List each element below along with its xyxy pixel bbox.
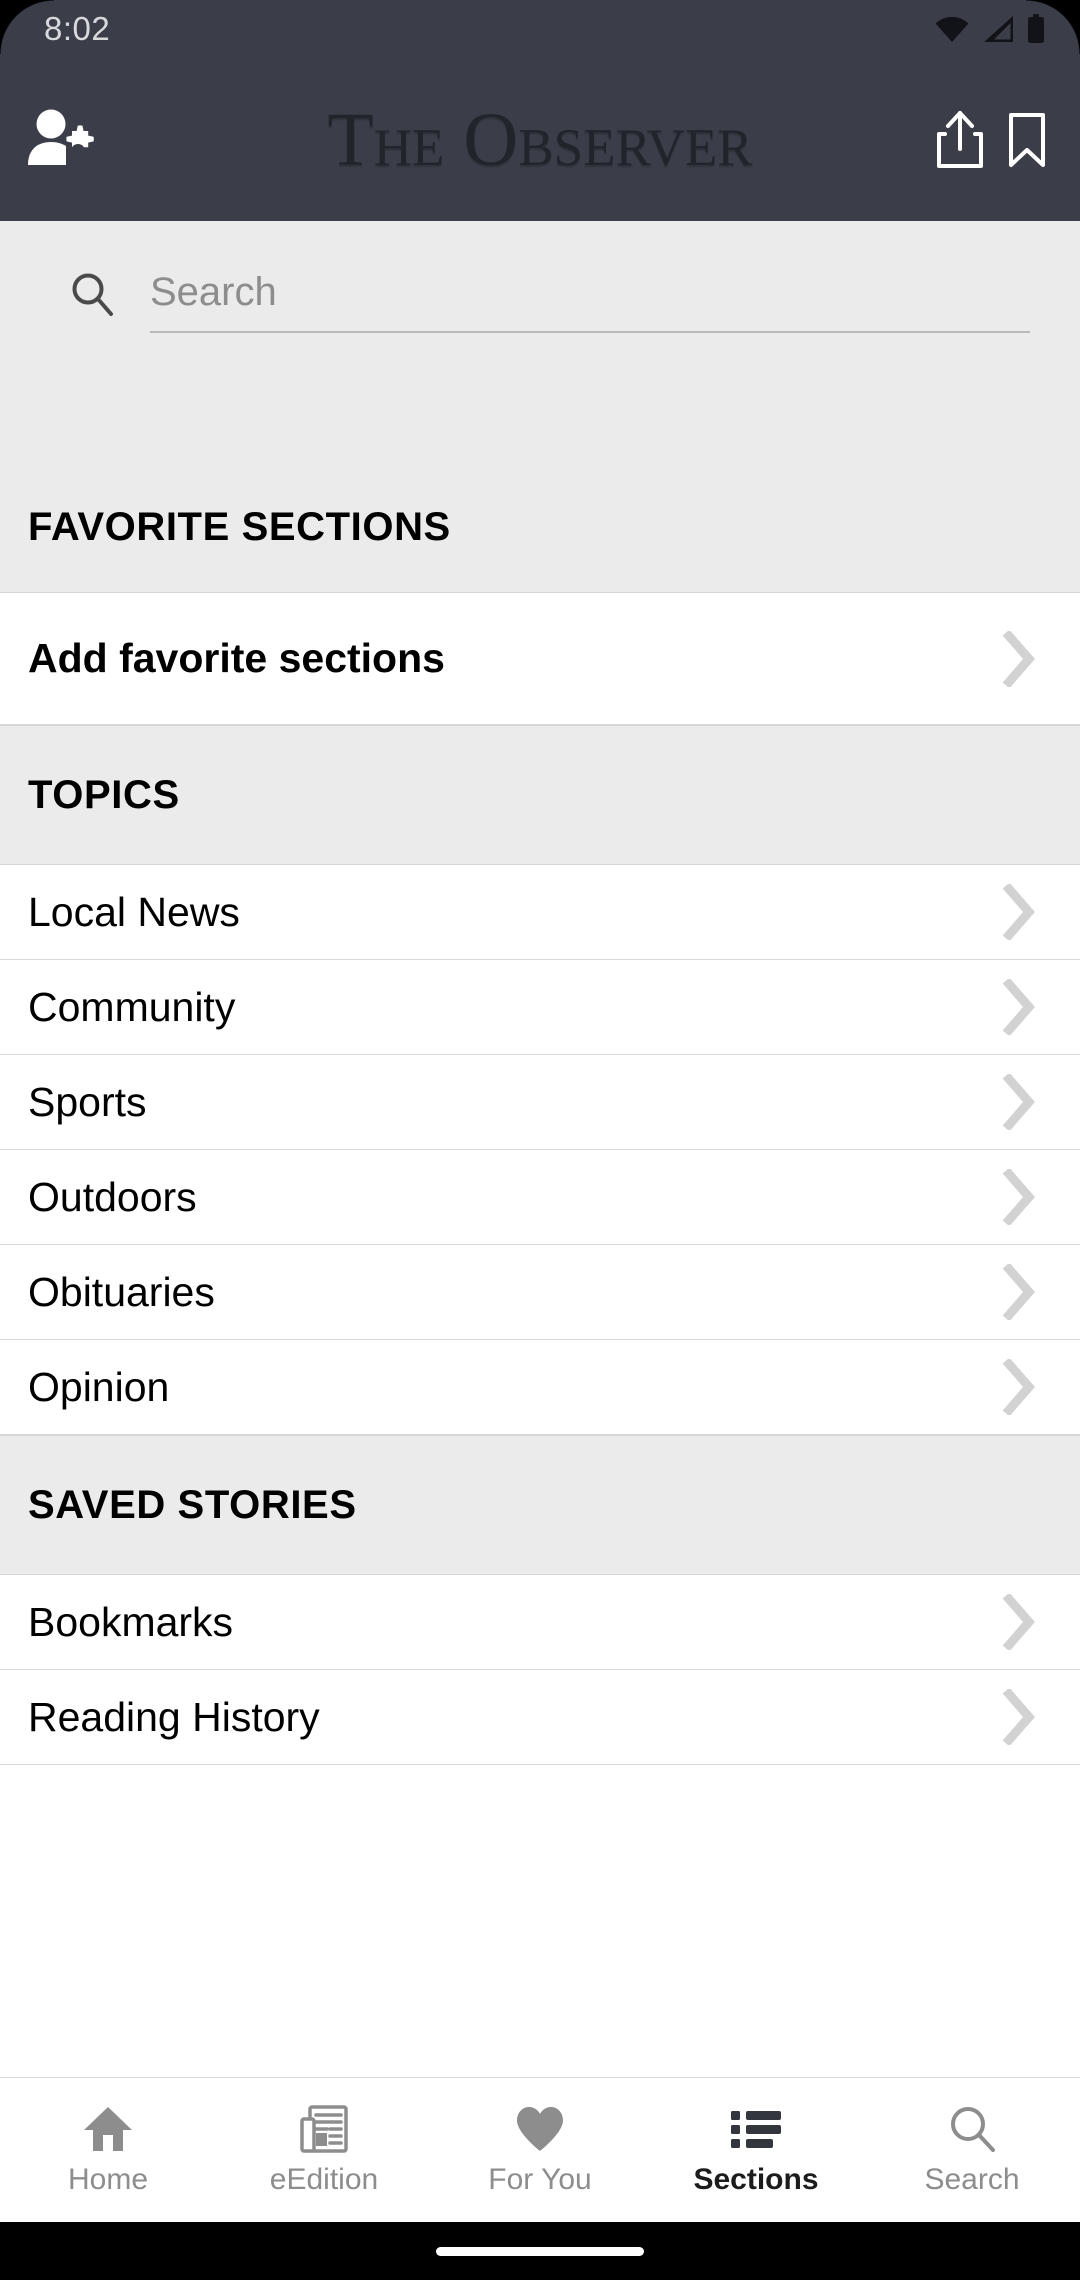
search-input[interactable] [150,269,1030,315]
app-screen: 8:02 The Observer Search FAVORITE SECTIO… [0,0,1080,2280]
section-header-saved-stories: SAVED STORIES [0,1435,1080,1575]
chevron-right-icon [1002,1264,1036,1320]
chevron-right-icon [1002,1359,1036,1415]
row-label: Obituaries [28,1268,215,1315]
sections-list: FAVORITE SECTIONS Add favorite sections … [0,381,1080,2077]
status-bar-clock: 8:02 [44,10,111,47]
row-label: Add favorite sections [28,635,445,681]
row-label: Opinion [28,1363,170,1410]
bookmark-icon[interactable] [1004,109,1050,171]
row-label: Community [28,983,236,1030]
section-header-topics: TOPICS [0,725,1080,865]
chevron-right-icon [1002,1169,1036,1225]
profile-settings-icon[interactable] [26,109,98,171]
chevron-right-icon [1002,1594,1036,1650]
nav-label: Home [67,2163,149,2196]
nav-label: For You [488,2163,592,2196]
row-community[interactable]: Community [0,960,1080,1055]
nav-item-sections[interactable]: Sections [648,2078,864,2222]
newspaper-icon [299,2105,349,2153]
section-header-favorite-sections: FAVORITE SECTIONS [0,381,1080,593]
chevron-right-icon [1002,884,1036,940]
nav-label: Sections [693,2163,819,2196]
nav-item-for-you[interactable]: For You [432,2078,648,2222]
nav-item-search[interactable]: Search [864,2078,1080,2222]
row-obituaries[interactable]: Obituaries [0,1245,1080,1340]
chevron-right-icon [1002,630,1036,687]
chevron-right-icon [1002,1074,1036,1130]
gesture-navigation-bar [0,2222,1080,2280]
app-header: The Observer [0,58,1080,221]
bottom-navigation: Home eEdition For You Sections Search [0,2077,1080,2222]
row-label: Local News [28,888,240,935]
home-icon [82,2105,134,2153]
app-header-right [860,109,1050,171]
share-icon[interactable] [934,109,986,171]
list-icon [730,2105,782,2153]
nav-label: eEdition [269,2163,379,2196]
search-area [0,221,1080,381]
search-icon [947,2105,997,2153]
row-local-news[interactable]: Local News [0,865,1080,960]
battery-icon [1026,14,1046,44]
row-reading-history[interactable]: Reading History [0,1670,1080,1765]
row-label: Outdoors [28,1173,197,1220]
row-outdoors[interactable]: Outdoors [0,1150,1080,1245]
heart-icon [514,2105,566,2153]
gesture-pill[interactable] [436,2246,644,2256]
wifi-icon [934,15,970,43]
row-sports[interactable]: Sports [0,1055,1080,1150]
row-label: Bookmarks [28,1598,234,1645]
row-bookmarks[interactable]: Bookmarks [0,1575,1080,1670]
cellular-signal-icon [982,15,1014,43]
search-field[interactable] [150,269,1030,333]
search-icon[interactable] [68,270,116,333]
row-label: Reading History [28,1693,320,1740]
row-add-favorite-sections[interactable]: Add favorite sections [0,593,1080,725]
nav-item-home[interactable]: Home [0,2078,216,2222]
search-row [68,269,1030,333]
status-bar: 8:02 [0,0,1080,58]
row-label: Sports [28,1078,147,1125]
chevron-right-icon [1002,979,1036,1035]
status-bar-icons [934,14,1046,44]
row-opinion[interactable]: Opinion [0,1340,1080,1435]
app-header-left [26,109,176,171]
nav-label: Search [924,2163,1020,2196]
nav-item-eedition[interactable]: eEdition [216,2078,432,2222]
chevron-right-icon [1002,1689,1036,1745]
